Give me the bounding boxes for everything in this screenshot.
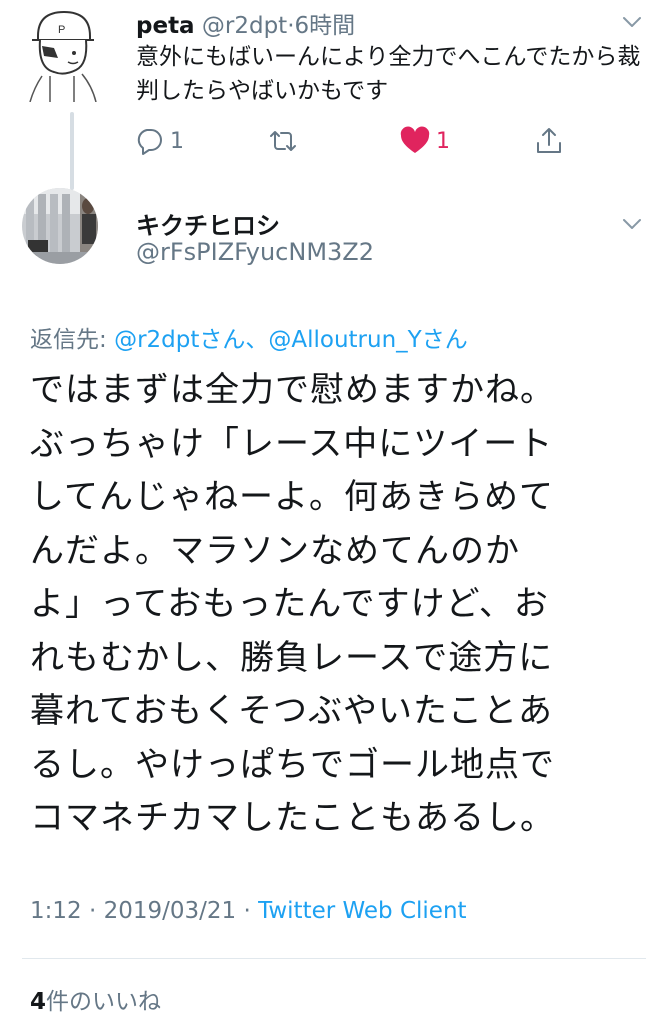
separator: · bbox=[287, 13, 295, 39]
likes-count: 4 bbox=[30, 989, 47, 1015]
reply-count: 1 bbox=[170, 128, 184, 154]
share-icon bbox=[537, 128, 561, 153]
retweet-icon bbox=[270, 131, 296, 151]
share-button[interactable] bbox=[534, 124, 564, 158]
tweet-text: ではまずは全力で慰めますかね。 ぶっちゃけ「レース中にツイート してんじゃねーよ… bbox=[30, 364, 660, 846]
tweet-text-line: ではまずは全力で慰めますかね。 bbox=[30, 370, 555, 410]
heart-icon bbox=[400, 126, 430, 153]
like-button[interactable]: 1 bbox=[400, 124, 450, 158]
reply-icon bbox=[137, 129, 162, 155]
chevron-down-icon[interactable] bbox=[620, 10, 644, 34]
svg-text:P: P bbox=[58, 24, 65, 36]
tweet-text-line: コマネチカマしたこともあるし。 bbox=[30, 798, 555, 838]
thread-connector bbox=[70, 112, 74, 190]
separator: · bbox=[243, 898, 251, 924]
tweet-text-line: ぶっちゃけ「レース中にツイート bbox=[30, 423, 554, 464]
tweet-meta: 1:12 · 2019/03/21 · Twitter Web Client bbox=[30, 898, 467, 924]
tweet-time: 1:12 bbox=[30, 898, 82, 924]
reply-to-separator: 、 bbox=[245, 327, 269, 353]
chevron-down-icon[interactable] bbox=[620, 212, 644, 236]
likes-summary[interactable]: 4件のいいね bbox=[30, 982, 161, 1016]
reply-to-prefix: 返信先: bbox=[30, 327, 115, 353]
like-count: 1 bbox=[436, 128, 450, 154]
tweet-text-line: してんじゃねーよ。何あきらめて bbox=[30, 477, 554, 517]
tweet-date: 2019/03/21 bbox=[103, 898, 237, 924]
tweet-text-line: れもむかし、勝負レースで途方に bbox=[30, 637, 554, 678]
parent-tweet-header: peta @r2dpt·6時間 bbox=[136, 6, 355, 40]
reply-to-line: 返信先: @r2dptさん、@Alloutrun_Yさん bbox=[30, 320, 468, 354]
tweet-text-line: るし。やけっぱちでゴール地点で bbox=[30, 744, 555, 785]
separator: · bbox=[88, 898, 97, 924]
parent-tweet-text: 意外にもばいーんにより全力でへこんでたから裁判したらやばいかもです bbox=[136, 44, 641, 104]
timestamp[interactable]: 6時間 bbox=[295, 13, 356, 39]
display-name[interactable]: キクチヒロシ bbox=[136, 206, 280, 241]
avatar[interactable]: P bbox=[24, 6, 100, 103]
reply-to-user-link[interactable]: @r2dptさん bbox=[114, 327, 245, 353]
client-link[interactable]: Twitter Web Client bbox=[258, 898, 466, 924]
divider bbox=[22, 958, 646, 959]
tweet-text-line: 暮れておもくそつぶやいたことあ bbox=[30, 691, 553, 731]
avatar[interactable] bbox=[22, 188, 98, 264]
reply-button[interactable]: 1 bbox=[134, 124, 184, 158]
tweet-text-line: よ」っておもったんですけど、お bbox=[30, 584, 549, 624]
tweet-text-line: んだよ。マラソンなめてんのか bbox=[30, 530, 520, 571]
display-name[interactable]: peta bbox=[136, 13, 195, 39]
reply-to-user-link[interactable]: @Alloutrun_Yさん bbox=[268, 327, 467, 353]
handle[interactable]: @rFsPIZFyucNM3Z2 bbox=[136, 238, 374, 266]
handle[interactable]: @r2dpt bbox=[202, 13, 287, 39]
retweet-button[interactable] bbox=[268, 124, 298, 158]
likes-label: 件のいいね bbox=[46, 989, 162, 1015]
